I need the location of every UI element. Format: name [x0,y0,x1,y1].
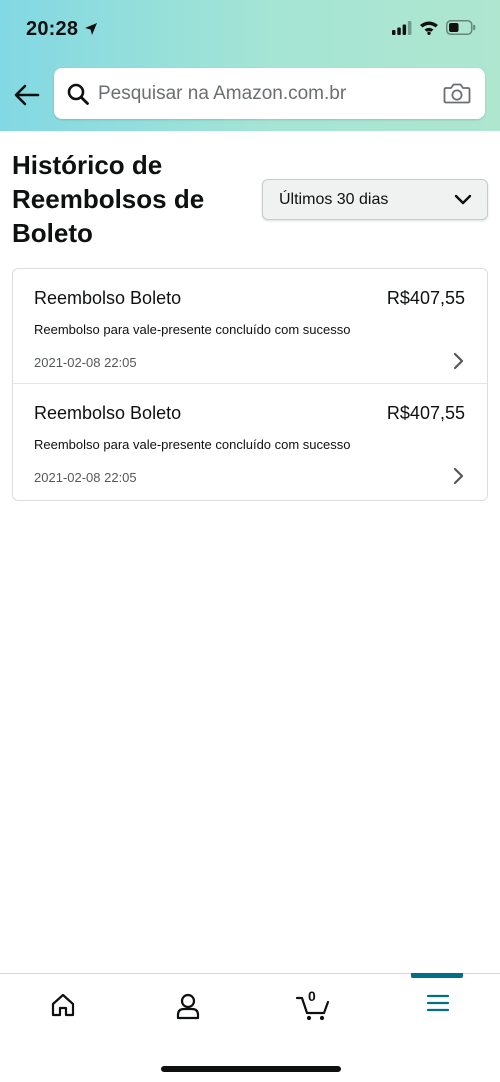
search-bar[interactable] [54,68,485,119]
signal-icon [392,20,412,35]
chevron-right-icon [453,352,464,370]
back-arrow-icon[interactable] [12,80,42,110]
status-indicators [392,20,476,35]
refund-title: Reembolso Boleto [34,403,182,423]
wifi-icon [420,21,438,35]
battery-icon [446,20,476,35]
home-indicator [161,1066,341,1072]
location-arrow-icon [85,23,97,35]
app-header: 20:28 [0,0,500,131]
nav-account[interactable] [125,974,250,1042]
nav-menu[interactable] [375,974,500,1042]
period-dropdown-value: Últimos 30 dias [279,191,389,208]
refund-description: Reembolso para vale-presente concluído c… [34,437,351,452]
chevron-down-icon [454,194,472,205]
menu-icon [426,994,449,1012]
account-icon [176,993,199,1020]
refund-list: Reembolso Boleto R$407,55 Reembolso para… [12,268,488,501]
search-input[interactable] [98,78,438,110]
nav-cart[interactable] [250,974,375,1042]
page-title: Histórico de Reembolsos de Boleto [12,150,205,248]
cart-count-badge: 0 [308,988,316,1004]
nav-home[interactable] [0,974,125,1042]
refund-amount: R$407,55 [386,288,465,308]
period-dropdown[interactable]: Últimos 30 dias [262,179,488,220]
refund-amount: R$407,55 [386,403,465,423]
status-time: 20:28 [26,18,79,40]
refund-list-item[interactable]: Reembolso Boleto R$407,55 Reembolso para… [13,384,487,500]
refund-list-item[interactable]: Reembolso Boleto R$407,55 Reembolso para… [13,269,487,384]
refund-date: 2021-02-08 22:05 [34,355,137,370]
chevron-right-icon [453,467,464,485]
home-icon [51,993,74,1017]
camera-icon[interactable] [443,81,471,105]
refund-title: Reembolso Boleto [34,288,182,308]
refund-date: 2021-02-08 22:05 [34,470,137,485]
status-bar: 20:28 [0,0,500,60]
refund-description: Reembolso para vale-presente concluído c… [34,322,351,337]
search-icon [67,83,89,105]
